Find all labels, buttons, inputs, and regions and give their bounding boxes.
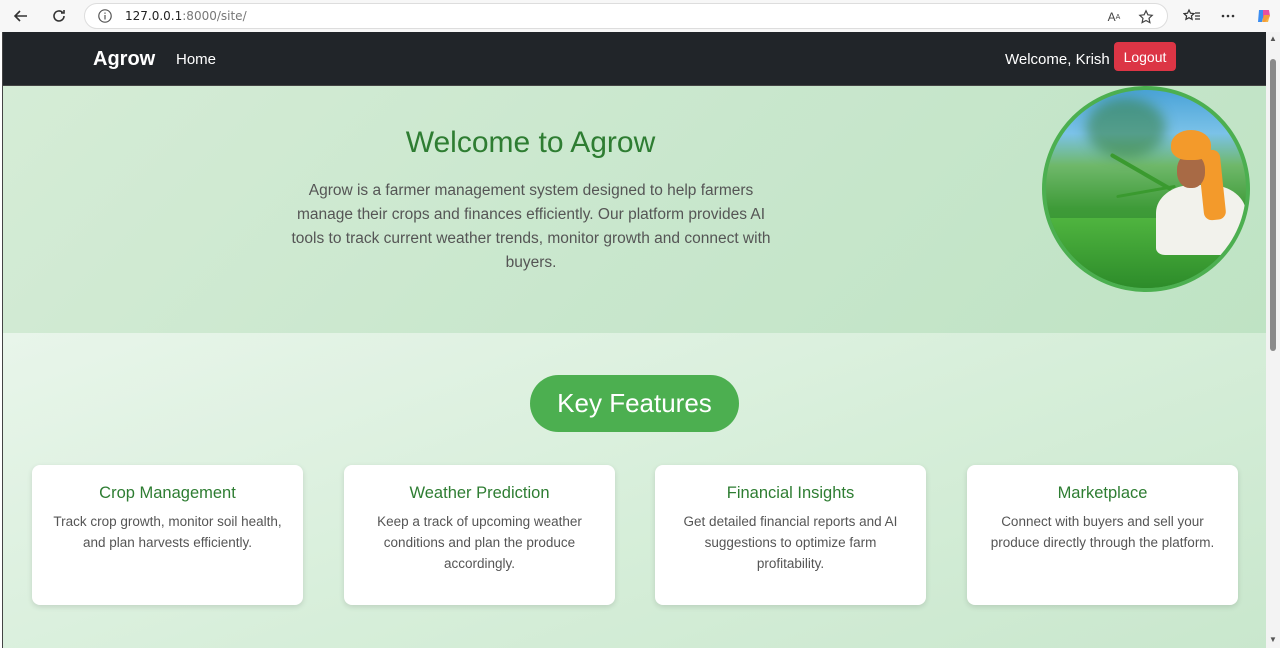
welcome-text: Welcome, Krish (1005, 51, 1110, 68)
browser-toolbar: 127.0.0.1:8000/site/ AA (0, 0, 1280, 32)
key-features-heading: Key Features (530, 375, 739, 432)
url-text: 127.0.0.1:8000/site/ (125, 9, 247, 23)
feature-card-financial-insights: Financial Insights Get detailed financia… (655, 465, 926, 605)
favorite-star-icon[interactable] (1137, 8, 1155, 26)
more-options-icon[interactable] (1216, 4, 1240, 28)
scroll-down-icon[interactable]: ▼ (1269, 636, 1277, 644)
feature-card-desc: Track crop growth, monitor soil health, … (53, 514, 282, 550)
site-navbar: Agrow Home Welcome, Krish Logout (3, 32, 1266, 86)
feature-card-title: Marketplace (1057, 484, 1148, 502)
hero-description: Agrow is a farmer management system desi… (291, 182, 771, 271)
hero-title: Welcome to Agrow (405, 126, 656, 159)
copilot-icon[interactable] (1252, 4, 1276, 28)
feature-card-title: Crop Management (99, 484, 236, 502)
features-section: Key Features Crop Management Track crop … (3, 333, 1266, 648)
scrollbar-thumb[interactable] (1270, 59, 1276, 351)
address-bar[interactable]: 127.0.0.1:8000/site/ AA (84, 3, 1168, 29)
hero-section: Welcome to Agrow Agrow is a farmer manag… (3, 86, 1266, 333)
feature-card-desc: Keep a track of upcoming weather conditi… (377, 514, 582, 571)
feature-card-title: Financial Insights (726, 484, 855, 502)
nav-link-home[interactable]: Home (176, 51, 216, 68)
feature-card-title: Weather Prediction (409, 484, 550, 502)
feature-card-desc: Get detailed financial reports and AI su… (683, 514, 898, 571)
favorites-icon[interactable] (1180, 4, 1204, 28)
feature-card-weather-prediction: Weather Prediction Keep a track of upcom… (344, 465, 615, 605)
back-arrow-icon[interactable] (9, 4, 33, 28)
read-aloud-icon[interactable]: AA (1105, 8, 1123, 26)
site-info-icon[interactable] (97, 8, 113, 24)
scroll-up-icon[interactable]: ▲ (1269, 35, 1277, 43)
logout-button[interactable]: Logout (1114, 42, 1176, 71)
feature-card-desc: Connect with buyers and sell your produc… (990, 514, 1215, 550)
refresh-icon[interactable] (47, 4, 71, 28)
farmer-image (1042, 86, 1250, 292)
vertical-scrollbar[interactable]: ▲ ▼ (1266, 32, 1280, 648)
brand-logo[interactable]: Agrow (93, 48, 155, 71)
feature-card-crop-management: Crop Management Track crop growth, monit… (32, 465, 303, 605)
feature-card-marketplace: Marketplace Connect with buyers and sell… (967, 465, 1238, 605)
page-viewport: Agrow Home Welcome, Krish Logout Welcome… (2, 32, 1266, 648)
